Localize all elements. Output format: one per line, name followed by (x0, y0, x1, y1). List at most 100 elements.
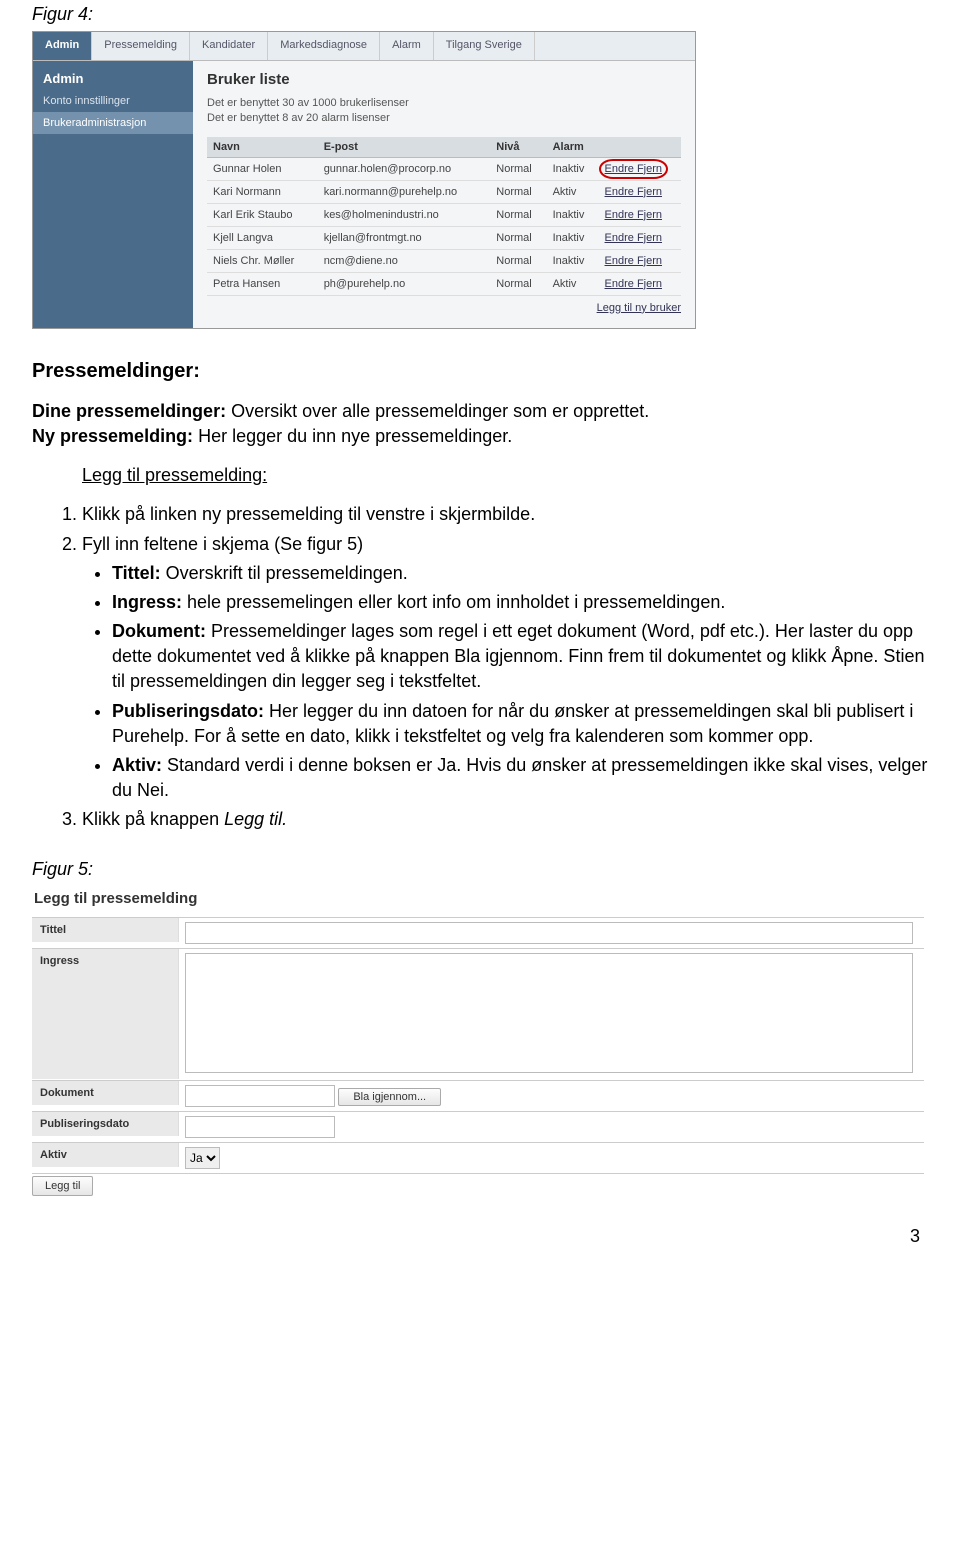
input-tittel[interactable] (185, 922, 913, 944)
cell-name: Karl Erik Staubo (207, 203, 318, 226)
browse-button[interactable]: Bla igjennom... (338, 1088, 441, 1106)
cell-alarm: Inaktiv (547, 226, 599, 249)
cell-alarm: Inaktiv (547, 203, 599, 226)
tab-markedsdiagnose[interactable]: Markedsdiagnose (268, 32, 380, 60)
cell-email: kari.normann@purehelp.no (318, 180, 491, 203)
field-publiseringsdato: Publiseringsdato (32, 1111, 924, 1142)
label-aktiv: Aktiv (32, 1143, 179, 1167)
instruction-text: Pressemeldinger: Dine pressemeldinger: O… (32, 357, 928, 833)
form-title: Legg til pressemelding (32, 886, 924, 917)
cell-alarm: Inaktiv (547, 157, 599, 180)
label-publiseringsdato: Publiseringsdato (32, 1112, 179, 1136)
col-actions (599, 137, 681, 158)
col-alarm: Alarm (547, 137, 599, 158)
table-row: Gunnar Holen gunnar.holen@procorp.no Nor… (207, 157, 681, 180)
screenshot-add-press-form: Legg til pressemelding Tittel Ingress Do… (32, 886, 924, 1196)
text: Standard verdi i denne boksen er Ja. Hvi… (112, 755, 927, 800)
cell-email: gunnar.holen@procorp.no (318, 157, 491, 180)
text: hele pressemelingen eller kort info om i… (182, 592, 725, 612)
textarea-ingress[interactable] (185, 953, 913, 1073)
cell-alarm: Aktiv (547, 180, 599, 203)
section-heading: Pressemeldinger: (32, 357, 928, 385)
label-tittel: Tittel (32, 918, 179, 942)
text: Klikk på knappen (82, 809, 224, 829)
text: Overskrift til pressemeldingen. (161, 563, 408, 583)
bullet-aktiv: Aktiv: Standard verdi i denne boksen er … (112, 753, 928, 803)
select-aktiv[interactable]: Ja (185, 1147, 220, 1169)
figure-4-label: Figur 4: (32, 4, 928, 25)
table-row: Karl Erik Staubo kes@holmenindustri.no N… (207, 203, 681, 226)
cell-level: Normal (490, 249, 546, 272)
cell-name: Kari Normann (207, 180, 318, 203)
cell-email: ph@purehelp.no (318, 272, 491, 295)
table-row: Petra Hansen ph@purehelp.no Normal Aktiv… (207, 272, 681, 295)
cell-name: Kjell Langva (207, 226, 318, 249)
label-ingress: Ingress (32, 949, 179, 1079)
cell-level: Normal (490, 157, 546, 180)
sidenav-item-brukeradmin[interactable]: Brukeradministrasjon (33, 112, 193, 134)
screenshot-admin-userlist: Admin Pressemelding Kandidater Markedsdi… (32, 31, 696, 329)
link-legg-til-pressemelding: Legg til pressemelding: (82, 465, 267, 485)
cell-level: Normal (490, 180, 546, 203)
label: Publiseringsdato: (112, 701, 264, 721)
sidenav-item-konto[interactable]: Konto innstillinger (33, 90, 193, 112)
cell-level: Normal (490, 203, 546, 226)
label-dokument: Dokument (32, 1081, 179, 1105)
label: Dokument: (112, 621, 206, 641)
text: Fyll inn feltene i skjema (Se figur 5) (82, 534, 363, 554)
panel-title: Bruker liste (207, 71, 681, 88)
text: Oversikt over alle pressemeldinger som e… (226, 401, 649, 421)
figure-5-label: Figur 5: (32, 859, 928, 880)
field-aktiv: Aktiv Ja (32, 1142, 924, 1173)
side-nav: Admin Konto innstillinger Brukeradminist… (33, 61, 193, 328)
input-dokument-path[interactable] (185, 1085, 335, 1107)
label: Aktiv: (112, 755, 162, 775)
text: Pressemeldinger lages som regel i ett eg… (112, 621, 924, 691)
text-italic: Legg til. (224, 809, 287, 829)
submit-button[interactable]: Legg til (32, 1176, 93, 1196)
tab-tilgang-sverige[interactable]: Tilgang Sverige (434, 32, 535, 60)
col-niva: Nivå (490, 137, 546, 158)
page-number: 3 (32, 1226, 928, 1247)
bullet-tittel: Tittel: Overskrift til pressemeldingen. (112, 561, 928, 586)
user-table: Navn E-post Nivå Alarm Gunnar Holen gunn… (207, 137, 681, 296)
edit-remove-link[interactable]: Endre Fjern (605, 232, 662, 244)
cell-level: Normal (490, 272, 546, 295)
input-publiseringsdato[interactable] (185, 1116, 335, 1138)
col-epost: E-post (318, 137, 491, 158)
field-ingress: Ingress (32, 948, 924, 1080)
license-line-2: Det er benyttet 8 av 20 alarm lisenser (207, 111, 681, 126)
edit-remove-link[interactable]: Endre Fjern (605, 163, 662, 175)
cell-email: kes@holmenindustri.no (318, 203, 491, 226)
edit-remove-link[interactable]: Endre Fjern (605, 278, 662, 290)
edit-remove-link[interactable]: Endre Fjern (605, 255, 662, 267)
edit-remove-link[interactable]: Endre Fjern (605, 186, 662, 198)
side-nav-header: Admin (33, 67, 193, 90)
table-row: Niels Chr. Møller ncm@diene.no Normal In… (207, 249, 681, 272)
step-3: Klikk på knappen Legg til. (82, 807, 928, 832)
cell-level: Normal (490, 226, 546, 249)
add-user-link[interactable]: Legg til ny bruker (597, 302, 681, 314)
bullet-dokument: Dokument: Pressemeldinger lages som rege… (112, 619, 928, 695)
cell-alarm: Aktiv (547, 272, 599, 295)
tab-alarm[interactable]: Alarm (380, 32, 434, 60)
cell-name: Petra Hansen (207, 272, 318, 295)
bullet-ingress: Ingress: hele pressemelingen eller kort … (112, 590, 928, 615)
tab-admin[interactable]: Admin (33, 32, 92, 60)
cell-alarm: Inaktiv (547, 249, 599, 272)
label-dine-pressemeldinger: Dine pressemeldinger: (32, 401, 226, 421)
field-dokument: Dokument Bla igjennom... (32, 1080, 924, 1111)
label: Ingress: (112, 592, 182, 612)
license-line-1: Det er benyttet 30 av 1000 brukerlisense… (207, 96, 681, 111)
label-ny-pressemelding: Ny pressemelding: (32, 426, 193, 446)
cell-name: Niels Chr. Møller (207, 249, 318, 272)
user-list-panel: Bruker liste Det er benyttet 30 av 1000 … (193, 61, 695, 328)
tab-kandidater[interactable]: Kandidater (190, 32, 268, 60)
label: Tittel: (112, 563, 161, 583)
edit-remove-link[interactable]: Endre Fjern (605, 209, 662, 221)
step-1: Klikk på linken ny pressemelding til ven… (82, 502, 928, 527)
tab-pressemelding[interactable]: Pressemelding (92, 32, 190, 60)
field-tittel: Tittel (32, 917, 924, 948)
table-row: Kari Normann kari.normann@purehelp.no No… (207, 180, 681, 203)
step-2: Fyll inn feltene i skjema (Se figur 5) T… (82, 532, 928, 804)
